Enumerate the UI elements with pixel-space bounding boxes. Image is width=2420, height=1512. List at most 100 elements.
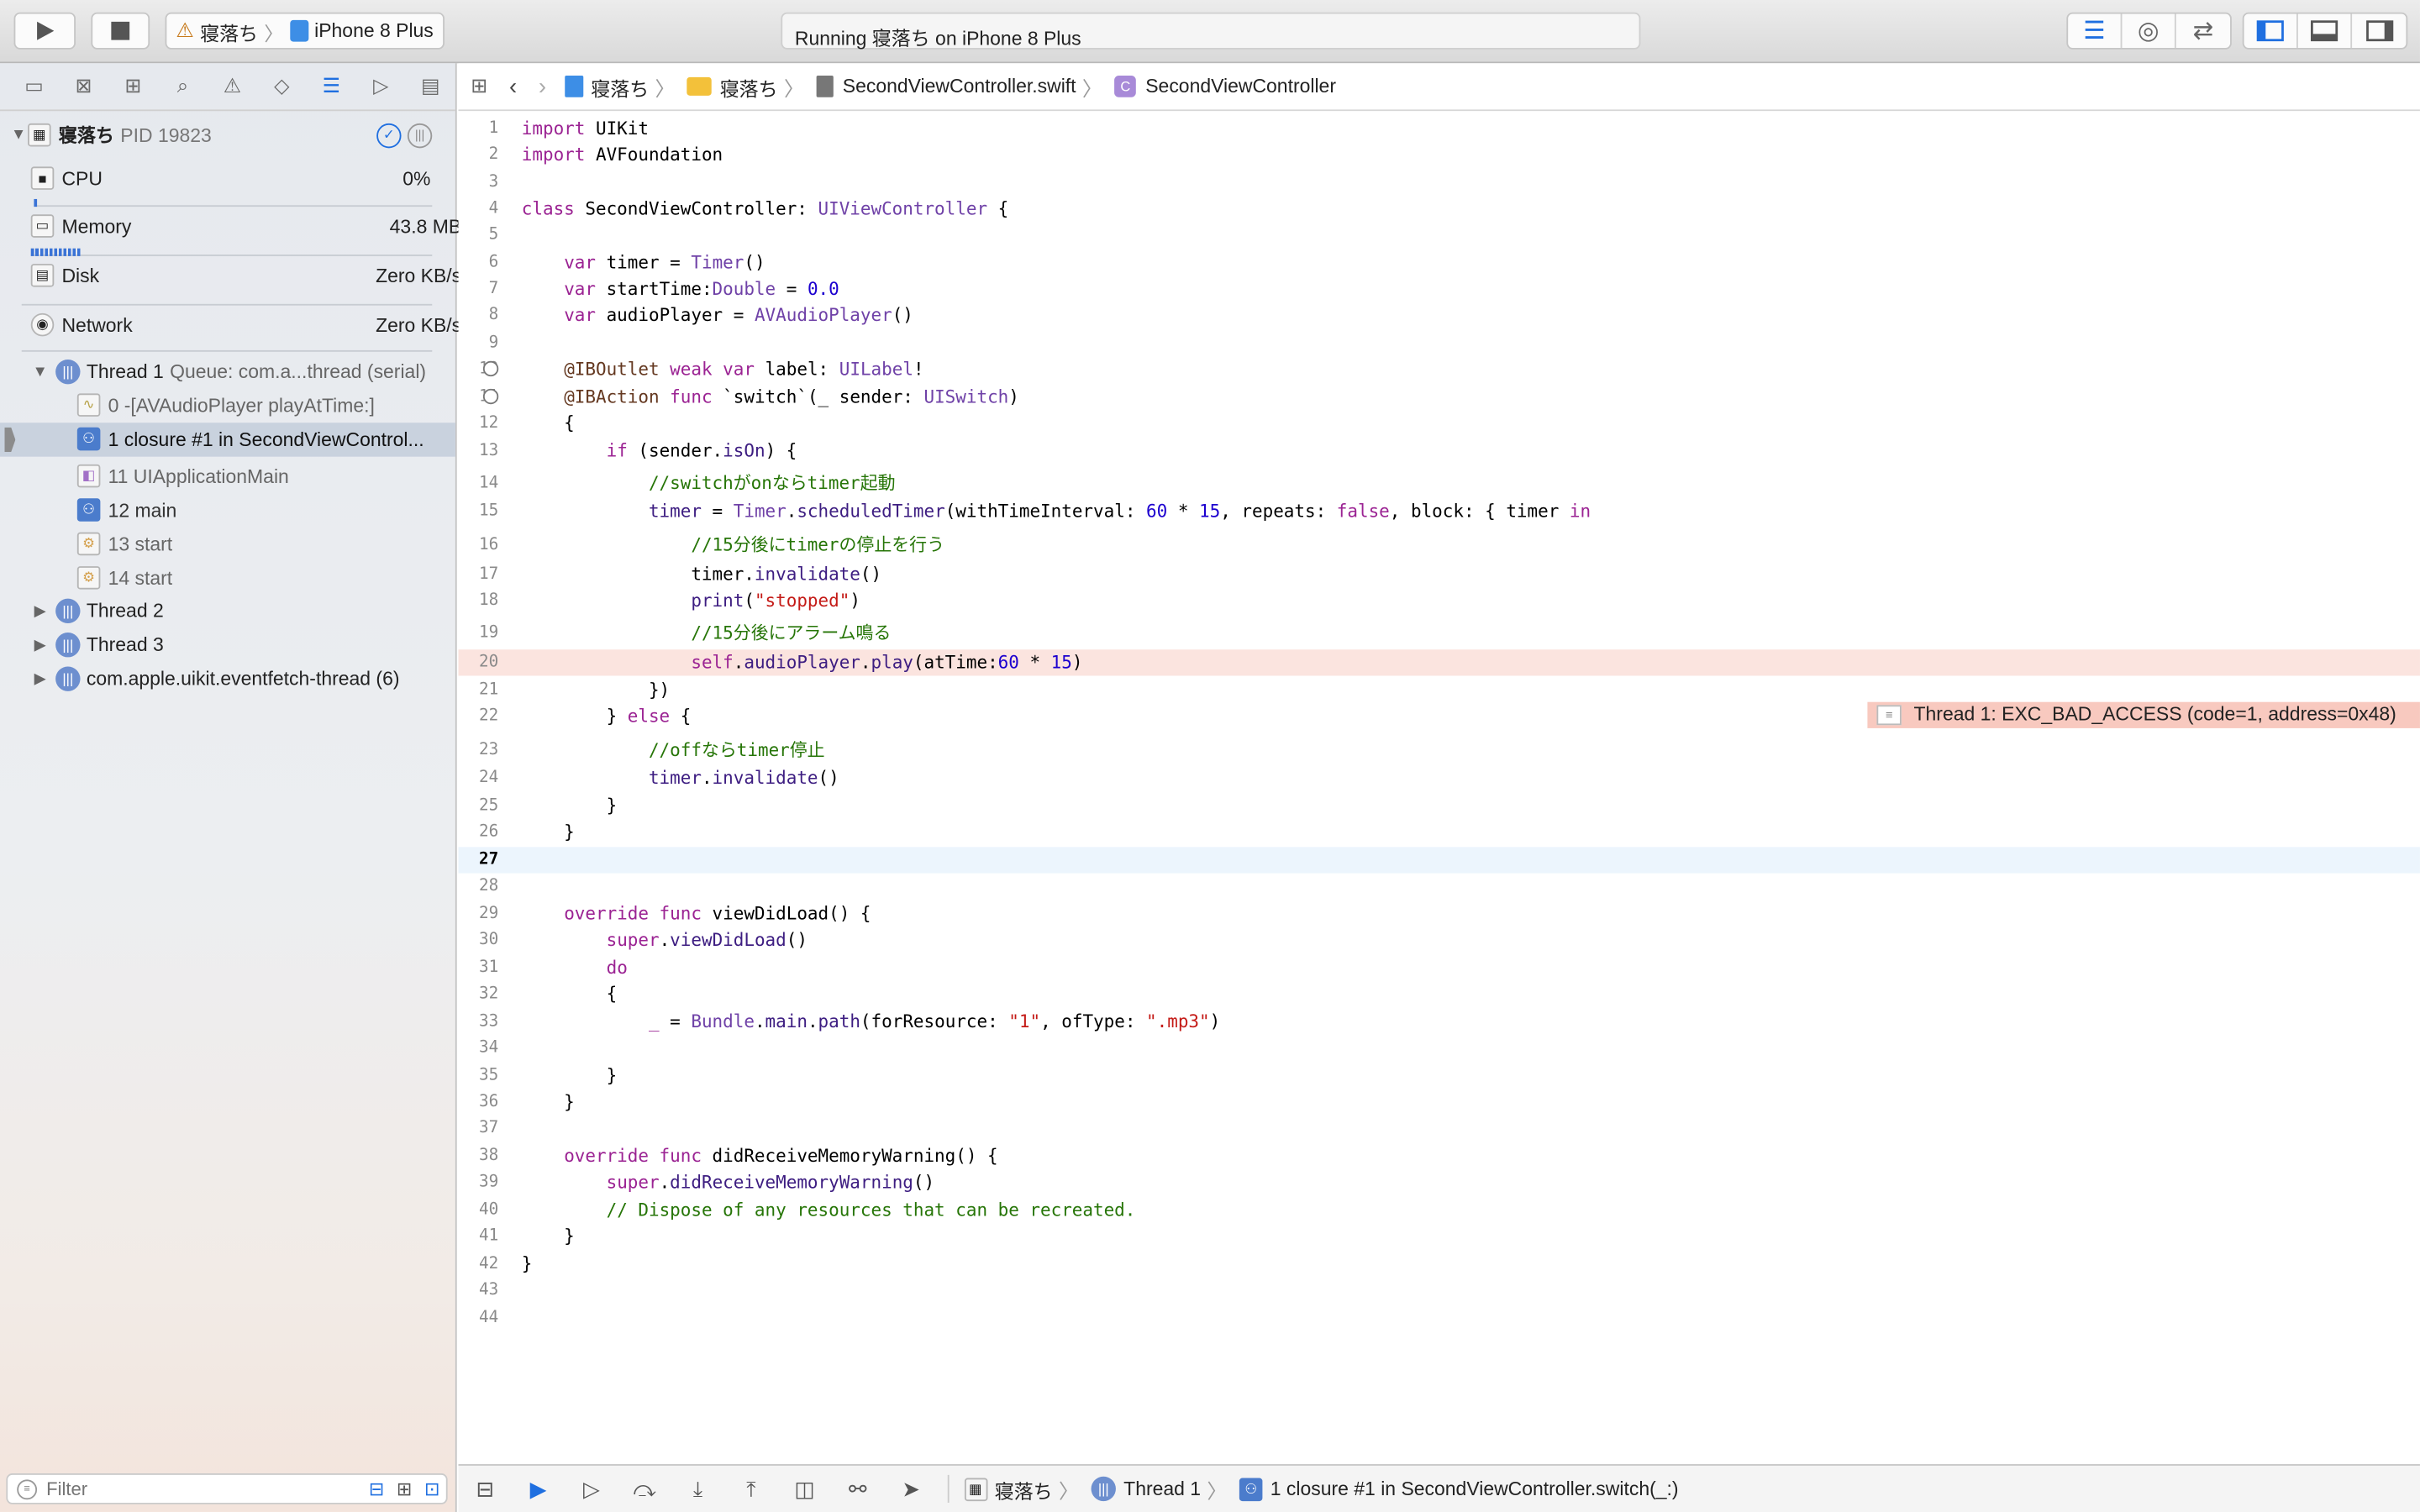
- search-icon[interactable]: ⌕: [158, 74, 208, 98]
- utilities-toggle-icon[interactable]: [2352, 14, 2406, 48]
- filter-field[interactable]: ≡ ⊟ ⊞ ⊡: [6, 1473, 448, 1504]
- disclosure-open-icon[interactable]: ▼: [31, 364, 50, 381]
- warning-icon[interactable]: ⚠: [208, 74, 257, 98]
- breadcrumb-group[interactable]: 寝落ち: [687, 71, 778, 101]
- navigator-selector-bar: ▭ ⊠ ⊞ ⌕ ⚠ ◇ ☰ ▷ ▤: [0, 63, 455, 112]
- gauge-cpu[interactable]: ■ CPU 0%: [30, 166, 487, 190]
- chevron-right-icon: 〉: [783, 76, 804, 100]
- thread-row[interactable]: ▶ ||| com.apple.uikit.eventfetch-thread …: [31, 666, 487, 691]
- debug-navigator: ▭ ⊠ ⊞ ⌕ ⚠ ◇ ☰ ▷ ▤ ▼ ▦ 寝落ち PID 19823 ✓ ||…: [0, 63, 461, 1512]
- continue-icon[interactable]: ▷: [565, 1476, 618, 1502]
- disclosure-closed-icon[interactable]: ▶: [31, 637, 50, 654]
- scheme-selector[interactable]: ⚠ 寝落ち 〉 iPhone 8 Plus: [165, 12, 445, 50]
- debug-breadcrumb-frame[interactable]: ⚇ 1 closure #1 in SecondViewController.sw…: [1239, 1477, 1679, 1501]
- scheme-device-label: iPhone 8 Plus: [314, 19, 434, 42]
- outlet-connection-icon[interactable]: [482, 360, 499, 377]
- thread-1-row[interactable]: ▼ ||| Thread 1 Queue: com.a...thread (se…: [31, 359, 487, 385]
- navigator-toggle-icon[interactable]: [2244, 13, 2298, 48]
- memory-graph-icon[interactable]: ⚯: [831, 1476, 884, 1502]
- disclosure-closed-icon[interactable]: ▶: [31, 670, 50, 687]
- crash-line[interactable]: 20 self.audioPlayer.play(atTime:60 * 15)…: [458, 649, 2420, 728]
- version-editor-icon[interactable]: ⇄: [2176, 14, 2230, 48]
- current-line-number: 27: [479, 850, 499, 869]
- breakpoint-icon[interactable]: ▷: [356, 74, 406, 98]
- thread-icon: |||: [1091, 1476, 1116, 1502]
- thread-name: Thread 3: [86, 633, 164, 656]
- gear-icon: ⚙: [76, 532, 101, 556]
- step-over-icon[interactable]: ⤼: [618, 1476, 671, 1502]
- run-button[interactable]: [13, 12, 76, 50]
- gauge-memory[interactable]: ▭ Memory 43.8 MB: [30, 214, 487, 238]
- frame-activity-icon: ∿: [76, 393, 101, 417]
- thread-row[interactable]: ▶ ||| Thread 2: [31, 598, 487, 624]
- breadcrumb-symbol[interactable]: C SecondViewController: [1114, 75, 1336, 97]
- cpu-icon: ■: [30, 166, 55, 190]
- source-control-icon[interactable]: ⊠: [59, 74, 108, 98]
- frames-filter-icon[interactable]: ⊞: [397, 1478, 412, 1500]
- step-into-icon[interactable]: ⤓: [671, 1476, 724, 1502]
- filter-icon: ≡: [17, 1478, 38, 1499]
- location-icon[interactable]: ➤: [884, 1476, 937, 1502]
- gauge-toggle-icon[interactable]: ✓: [376, 123, 402, 148]
- filter-input[interactable]: [46, 1478, 309, 1500]
- threads-filter-icon[interactable]: ⊡: [424, 1478, 439, 1500]
- view-hierarchy-icon[interactable]: ◫: [778, 1476, 831, 1502]
- current-line[interactable]: 27: [458, 847, 2420, 874]
- app-grid-icon: ▦: [28, 123, 51, 147]
- chevron-right-icon: 〉: [655, 76, 676, 100]
- status-text: Running 寝落ち on iPhone 8 Plus: [794, 28, 1081, 50]
- gauge-value: Zero KB/s: [376, 313, 462, 336]
- editor-mode-selector: ☰ ◎ ⇄: [2066, 12, 2232, 50]
- stop-button[interactable]: [91, 12, 150, 50]
- folder-icon: [687, 76, 713, 96]
- debug-breadcrumb-process[interactable]: ▦ 寝落ち: [964, 1474, 1053, 1504]
- thread-row[interactable]: ▶ ||| Thread 3: [31, 633, 487, 658]
- forward-arrow-icon[interactable]: ›: [539, 73, 546, 99]
- network-gauge-bar: [21, 349, 433, 352]
- disk-gauge-bar: [21, 303, 433, 306]
- app-grid-icon: ▦: [964, 1477, 987, 1501]
- hide-debug-area-icon[interactable]: ⊟: [458, 1476, 511, 1502]
- crashed-filter-icon[interactable]: ⊟: [369, 1478, 384, 1500]
- debug-breadcrumb-thread[interactable]: ||| Thread 1: [1091, 1476, 1201, 1502]
- test-icon[interactable]: ◇: [257, 74, 307, 98]
- action-connection-icon[interactable]: [482, 388, 499, 405]
- back-arrow-icon[interactable]: ‹: [509, 73, 517, 99]
- frame-label: 12 main: [108, 499, 177, 521]
- report-icon[interactable]: ▤: [406, 74, 455, 98]
- breadcrumb-file[interactable]: SecondViewController.swift: [816, 75, 1076, 97]
- debug-bar: ⊟ ▶ ▷ ⤼ ⤓ ⤒ ◫ ⚯ ➤ ▦ 寝落ち 〉 ||| Thread 1 〉 ⚇…: [458, 1464, 2420, 1512]
- process-row[interactable]: ▼ ▦ 寝落ち PID 19823 ✓ |||: [9, 122, 465, 148]
- source-editor[interactable]: 1 import UIKit 2 import AVFoundation 3 4 cl…: [458, 111, 2420, 1463]
- gauge-value: 0%: [402, 167, 431, 189]
- breakpoints-toggle-icon[interactable]: ▶: [512, 1476, 565, 1502]
- thread-queue: Queue: com.a...thread (serial): [170, 360, 427, 383]
- gauge-network[interactable]: ◉ Network Zero KB/s: [30, 312, 487, 337]
- folder-icon[interactable]: ▭: [9, 74, 59, 98]
- debug-area-toggle-icon[interactable]: [2298, 13, 2353, 48]
- disclosure-closed-icon[interactable]: ▶: [31, 602, 50, 619]
- project-icon: [565, 75, 584, 97]
- breadcrumb-project[interactable]: 寝落ち: [565, 71, 649, 101]
- debug-icon[interactable]: ☰: [307, 74, 356, 98]
- assistant-editor-icon[interactable]: ◎: [2122, 13, 2176, 48]
- disclosure-open-icon[interactable]: ▼: [9, 127, 28, 144]
- step-out-icon[interactable]: ⤒: [724, 1476, 777, 1502]
- device-icon: [289, 19, 308, 42]
- thread-name: Thread 1: [86, 360, 164, 383]
- debug-breadcrumb-label: 1 closure #1 in SecondViewController.swi…: [1270, 1478, 1679, 1500]
- thread-icon: |||: [55, 598, 81, 624]
- breadcrumb-label: 寝落ち: [719, 77, 778, 100]
- memory-icon: ▭: [30, 214, 55, 238]
- chevron-right-icon: 〉: [1081, 76, 1102, 100]
- gauge-value: 43.8 MB: [389, 215, 462, 237]
- user-code-icon: ⚇: [76, 427, 101, 451]
- symbol-icon[interactable]: ⊞: [108, 74, 158, 98]
- gear-icon: ⚙: [76, 566, 101, 590]
- standard-editor-icon[interactable]: ☰: [2068, 13, 2123, 48]
- thread-toggle-icon[interactable]: |||: [407, 123, 433, 148]
- related-items-icon[interactable]: ⊞: [471, 74, 487, 98]
- gauge-disk[interactable]: ▤ Disk Zero KB/s: [30, 264, 487, 287]
- chevron-right-icon: 〉: [1059, 1478, 1079, 1503]
- activity-status: Running 寝落ち on iPhone 8 Plus: [781, 12, 1641, 50]
